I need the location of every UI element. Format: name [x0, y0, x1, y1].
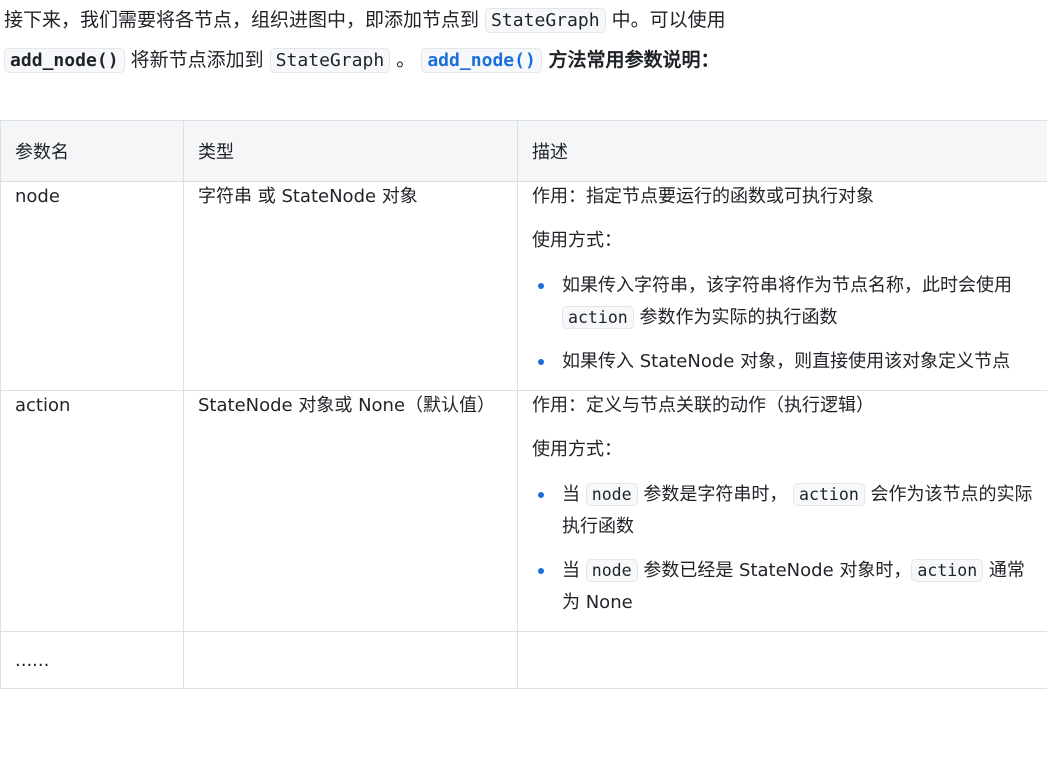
param-type-cell: StateNode 对象或 None（默认值） [183, 390, 518, 632]
intro-bold-text: 方法常用参数说明： [541, 49, 720, 71]
desc-title: 作用：指定节点要运行的函数或可执行对象 [532, 186, 874, 207]
param-name-cell: node [0, 181, 184, 391]
list-item: 当 node 参数是字符串时， action 会作为该节点的实际执行函数 [532, 479, 1033, 543]
list-text: 当 [562, 560, 586, 581]
table-row: action StateNode 对象或 None（默认值） 作用：定义与节点关… [0, 390, 1047, 632]
list-item: 如果传入 StateNode 对象，则直接使用该对象定义节点 [532, 346, 1033, 378]
table-header-row: 参数名 类型 描述 [0, 120, 1047, 182]
list-item: 如果传入字符串，该字符串将作为节点名称，此时会使用 action 参数作为实际的… [532, 270, 1033, 334]
intro-text: 将新节点添加到 [124, 49, 270, 71]
inline-code: action [911, 559, 984, 582]
param-type-cell [183, 631, 518, 689]
inline-code: add_node() [4, 48, 125, 73]
param-name-cell: action [0, 390, 184, 632]
add-node-link[interactable]: add_node() [421, 48, 542, 73]
inline-code: node [585, 559, 638, 582]
intro-text: 。 [390, 49, 422, 71]
inline-code: action [562, 306, 634, 329]
desc-usage: 使用方式： [532, 439, 622, 460]
list-text: 当 [562, 484, 586, 505]
param-name-cell: ...... [0, 631, 184, 689]
header-param-name: 参数名 [0, 120, 184, 182]
usage-list: 当 node 参数是字符串时， action 会作为该节点的实际执行函数 当 n… [532, 479, 1033, 619]
header-type: 类型 [183, 120, 518, 182]
document-page: 接下来，我们需要将各节点，组织进图中，即添加节点到 StateGraph 中。可… [0, 0, 1047, 765]
list-text: 如果传入字符串，该字符串将作为节点名称，此时会使用 [562, 275, 1012, 296]
desc-usage: 使用方式： [532, 230, 622, 251]
inline-code: action [793, 483, 865, 506]
intro-text: 接下来，我们需要将各节点，组织进图中，即添加节点到 [4, 9, 486, 31]
intro-line-1: 接下来，我们需要将各节点，组织进图中，即添加节点到 StateGraph 中。可… [4, 0, 1044, 40]
table-row: ...... [0, 631, 1047, 689]
usage-list: 如果传入字符串，该字符串将作为节点名称，此时会使用 action 参数作为实际的… [532, 270, 1033, 378]
inline-code: StateGraph [269, 48, 391, 73]
param-desc-cell: 作用：定义与节点关联的动作（执行逻辑） 使用方式： 当 node 参数是字符串时… [517, 390, 1047, 632]
inline-code: StateGraph [485, 8, 606, 33]
intro-text: 中。可以使用 [605, 9, 726, 31]
param-type-cell: 字符串 或 StateNode 对象 [183, 181, 518, 391]
list-text: 参数已经是 StateNode 对象时， [637, 560, 912, 581]
param-desc-cell [517, 631, 1047, 689]
params-table: 参数名 类型 描述 node 字符串 或 StateNode 对象 作用：指定节… [0, 120, 1047, 689]
list-text: 参数作为实际的执行函数 [633, 307, 838, 328]
list-text: 参数是字符串时， [637, 484, 794, 505]
list-item: 当 node 参数已经是 StateNode 对象时， action 通常为 No… [532, 555, 1033, 619]
intro-line-2: add_node() 将新节点添加到 StateGraph 。 add_node… [4, 40, 1044, 80]
inline-code: node [585, 483, 638, 506]
param-desc-cell: 作用：指定节点要运行的函数或可执行对象 使用方式： 如果传入字符串，该字符串将作… [517, 181, 1047, 391]
header-description: 描述 [517, 120, 1047, 182]
table-row: node 字符串 或 StateNode 对象 作用：指定节点要运行的函数或可执… [0, 181, 1047, 391]
intro-paragraph: 接下来，我们需要将各节点，组织进图中，即添加节点到 StateGraph 中。可… [4, 0, 1044, 80]
desc-title: 作用：定义与节点关联的动作（执行逻辑） [532, 395, 874, 416]
